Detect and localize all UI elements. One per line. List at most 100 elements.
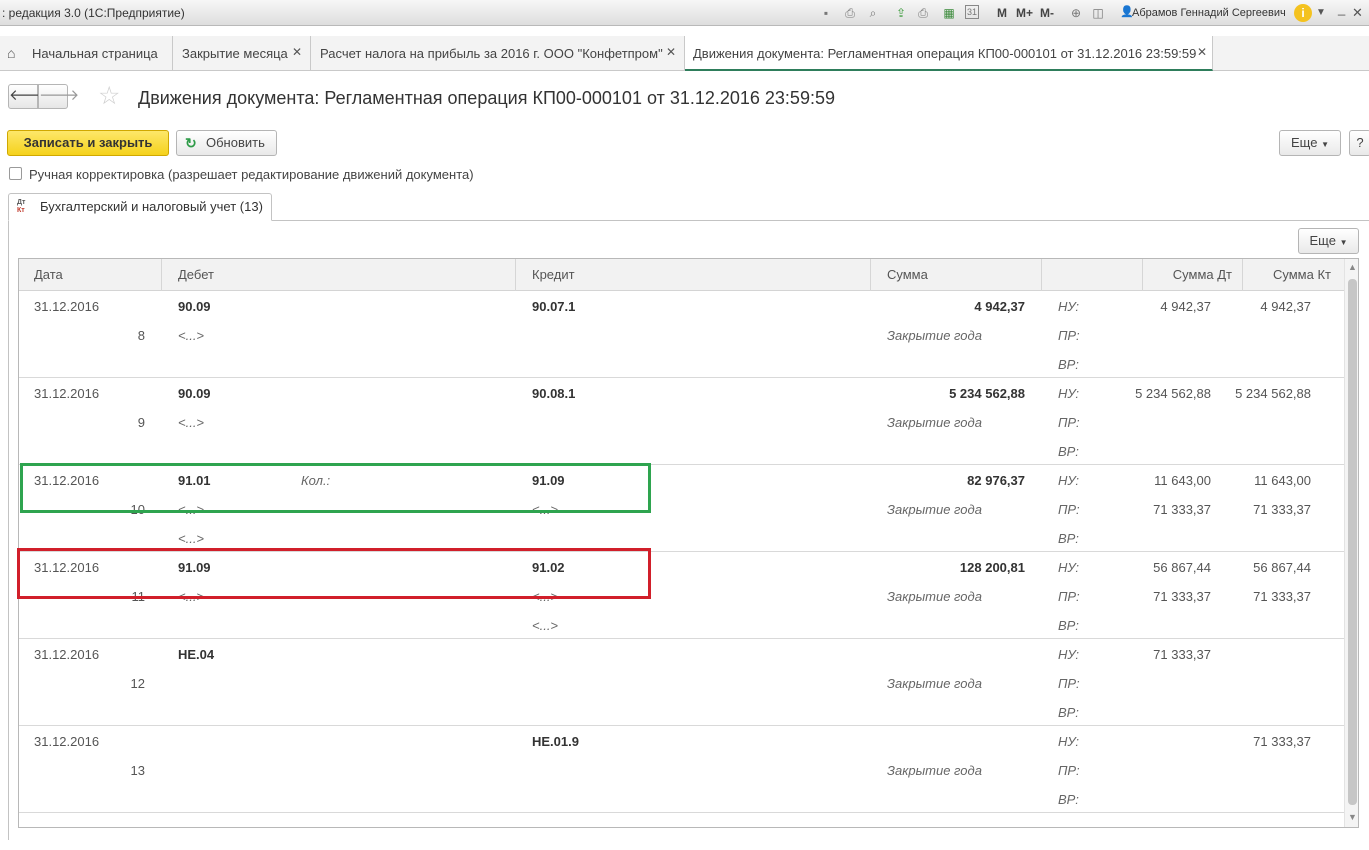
debit-credit-icon: Дт Кт	[17, 199, 25, 215]
tax-type-label: ПР:	[1058, 589, 1080, 604]
credit-icon-text: Кт	[17, 207, 25, 214]
upload-icon[interactable]: ⇪	[893, 5, 909, 21]
row-number: 8	[137, 328, 145, 343]
chevron-down-icon[interactable]: ▼	[1316, 7, 1326, 18]
row-date: 31.12.2016	[34, 734, 100, 749]
favorite-star-icon[interactable]: ☆	[98, 83, 120, 109]
row-content: Закрытие года	[887, 328, 982, 343]
spreadsheet-icon[interactable]: ▦	[941, 5, 957, 21]
app-title: : редакция 3.0 (1С:Предприятие)	[2, 6, 185, 20]
header-credit[interactable]: Кредит	[516, 259, 871, 291]
title-bar: : редакция 3.0 (1С:Предприятие) ▪ ⎙ ⌕ ⇪ …	[0, 0, 1369, 26]
tax-type-label: НУ:	[1058, 386, 1080, 401]
tab-profit-tax[interactable]: Расчет налога на прибыль за 2016 г. ООО …	[311, 36, 685, 71]
entries-table[interactable]: Дата Дебет Кредит Сумма Сумма Дт Сумма К…	[18, 258, 1359, 828]
sub-tab-label: Бухгалтерский и налоговый учет (13)	[40, 199, 263, 214]
print-icon[interactable]: ⎙	[842, 5, 858, 21]
forward-button[interactable]: 🡒	[38, 84, 79, 109]
tax-type-label: ПР:	[1058, 676, 1080, 691]
tab-label: Начальная страница	[32, 46, 158, 61]
green-highlight-frame	[20, 463, 651, 513]
manual-correction-label[interactable]: Ручная корректировка (разрешает редактир…	[29, 167, 474, 182]
sum-kt-value: 56 867,44	[1253, 560, 1311, 575]
tax-type-label: ВР:	[1058, 531, 1079, 546]
preview-icon[interactable]: ⌕	[865, 5, 881, 21]
panels-icon[interactable]: ◫	[1090, 5, 1106, 21]
calendar-icon[interactable]: 31	[965, 5, 979, 19]
memory-minus-button[interactable]: M-	[1040, 6, 1054, 20]
credit-subconto-2: <...>	[532, 618, 559, 633]
debit-account: 90.09	[178, 386, 211, 401]
sum-kt-value: 71 333,37	[1253, 589, 1311, 604]
printer-icon[interactable]: ⎙	[915, 5, 931, 21]
table-row[interactable]: 31.12.2016 9 90.09 <...> 90.08.1 5 234 562,88…	[19, 378, 1344, 465]
minimize-icon[interactable]: _	[1338, 1, 1345, 16]
info-icon[interactable]: i	[1294, 4, 1312, 22]
close-icon[interactable]: ✕	[666, 45, 676, 59]
row-content: Закрытие года	[887, 763, 982, 778]
row-content: Закрытие года	[887, 502, 982, 517]
tab-home[interactable]: ⌂ Начальная страница	[0, 36, 173, 71]
grid-more-button[interactable]: Еще ▼	[1298, 228, 1359, 254]
row-number: 9	[137, 415, 145, 430]
refresh-label: Обновить	[206, 135, 265, 150]
row-date: 31.12.2016	[34, 386, 100, 401]
more-label: Еще	[1291, 135, 1318, 150]
sum-dt-value: 71 333,37	[1153, 502, 1211, 517]
row-sum: 128 200,81	[959, 560, 1025, 575]
header-sum-dt[interactable]: Сумма Дт	[1143, 259, 1243, 291]
memory-plus-button[interactable]: M+	[1016, 6, 1033, 20]
sum-dt-value: 56 867,44	[1153, 560, 1211, 575]
tax-type-label: НУ:	[1058, 299, 1080, 314]
refresh-icon: ↻	[185, 135, 197, 151]
header-date[interactable]: Дата	[19, 259, 162, 291]
tab-label: Расчет налога на прибыль за 2016 г. ООО …	[320, 46, 663, 61]
tax-type-label: НУ:	[1058, 734, 1080, 749]
scroll-down-icon[interactable]: ▼	[1348, 812, 1357, 822]
scroll-thumb[interactable]	[1348, 279, 1357, 805]
user-name[interactable]: Абрамов Геннадий Сергеевич	[1132, 7, 1286, 19]
back-button[interactable]: 🡐	[8, 84, 49, 109]
tab-month-close[interactable]: Закрытие месяца ✕	[173, 36, 311, 71]
header-debit[interactable]: Дебет	[162, 259, 516, 291]
red-highlight-frame	[17, 548, 651, 599]
debit-icon-text: Дт	[17, 199, 26, 206]
header-sum-kt[interactable]: Сумма Кт	[1243, 259, 1344, 291]
row-sum: 82 976,37	[967, 473, 1025, 488]
debit-account: НЕ.04	[178, 647, 215, 662]
more-label: Еще	[1309, 233, 1336, 248]
sum-dt-value: 4 942,37	[1160, 299, 1211, 314]
tax-type-label: ВР:	[1058, 618, 1079, 633]
row-content: Закрытие года	[887, 589, 982, 604]
sum-kt-value: 71 333,37	[1253, 734, 1311, 749]
zoom-icon[interactable]: ⊕	[1068, 5, 1084, 21]
tab-accounting-tax[interactable]: Дт Кт Бухгалтерский и налоговый учет (13…	[8, 193, 272, 221]
vertical-scrollbar[interactable]: ▲ ▼	[1344, 259, 1358, 827]
tax-type-label: НУ:	[1058, 473, 1080, 488]
debit-account: 90.09	[178, 299, 211, 314]
sum-dt-value: 11 643,00	[1154, 473, 1211, 488]
table-row[interactable]: 31.12.2016 8 90.09 <...> 90.07.1 4 942,37 Закр…	[19, 291, 1344, 378]
close-icon[interactable]: ✕	[292, 45, 302, 59]
table-row[interactable]: 31.12.2016 12 НЕ.04 Закрытие года НУ: 71 333,…	[19, 639, 1344, 726]
row-date: 31.12.2016	[34, 299, 100, 314]
save-icon[interactable]: ▪	[818, 5, 834, 21]
table-row[interactable]: 31.12.2016 13 НЕ.01.9 Закрытие года НУ: 71 33…	[19, 726, 1344, 813]
tab-label: Закрытие месяца	[182, 46, 288, 61]
close-icon[interactable]: ✕	[1197, 45, 1207, 59]
scroll-up-icon[interactable]: ▲	[1348, 262, 1357, 272]
header-tax-type	[1042, 259, 1143, 291]
header-sum[interactable]: Сумма	[871, 259, 1042, 291]
close-window-icon[interactable]: ✕	[1352, 5, 1363, 21]
tab-document-movements[interactable]: Движения документа: Регламентная операци…	[685, 36, 1213, 71]
more-button[interactable]: Еще ▼	[1279, 130, 1341, 156]
help-button[interactable]: ?	[1349, 130, 1369, 156]
refresh-button[interactable]: ↻ Обновить	[176, 130, 277, 156]
save-and-close-button[interactable]: Записать и закрыть	[7, 130, 169, 156]
manual-correction-checkbox[interactable]	[9, 167, 22, 180]
tax-type-label: ПР:	[1058, 763, 1080, 778]
memory-button[interactable]: M	[997, 6, 1007, 20]
tax-type-label: ВР:	[1058, 357, 1079, 372]
credit-account: НЕ.01.9	[532, 734, 579, 749]
row-content: Закрытие года	[887, 676, 982, 691]
